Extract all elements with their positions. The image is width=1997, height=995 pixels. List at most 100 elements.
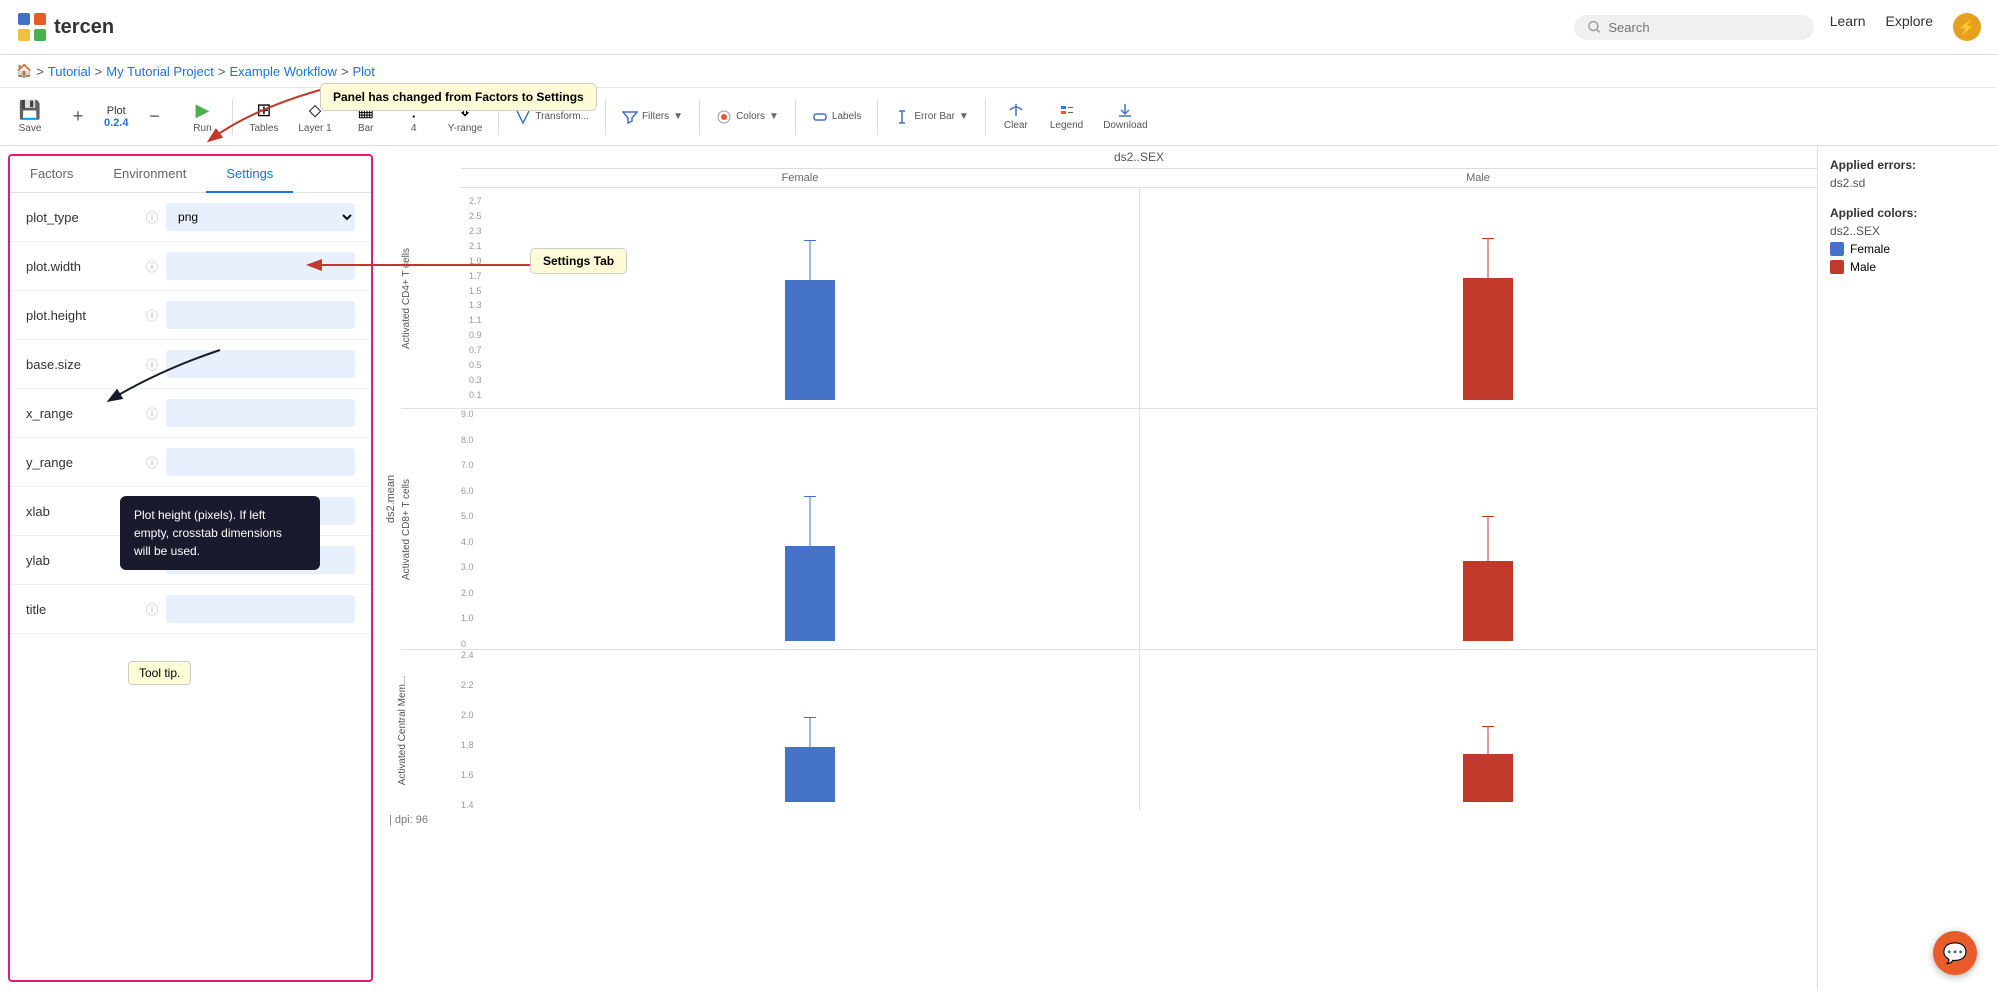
title-input[interactable] xyxy=(166,595,355,623)
run-label: Run xyxy=(193,123,211,134)
breadcrumb-tutorial[interactable]: Tutorial xyxy=(48,64,91,79)
user-avatar[interactable]: ⚡ xyxy=(1953,13,1981,41)
learn-link[interactable]: Learn xyxy=(1830,13,1866,41)
run-button[interactable]: ▶ Run xyxy=(180,96,224,138)
error-cap-2-male xyxy=(1482,726,1494,727)
title-info[interactable]: ⓘ xyxy=(146,601,158,618)
download-label: Download xyxy=(1103,120,1147,131)
plot-width-info[interactable]: ⓘ xyxy=(146,258,158,275)
x-range-row: x_range ⓘ xyxy=(10,389,371,438)
four-label: 4 xyxy=(411,123,417,134)
panel-tabs: Factors Environment Settings xyxy=(10,156,371,193)
chart-row-2: Activated Central Mem... 2.42.22.01.81.6… xyxy=(401,650,1817,810)
plot-type-select[interactable]: png xyxy=(166,209,355,225)
breadcrumb-workflow[interactable]: Example Workflow xyxy=(230,64,337,79)
clear-button[interactable]: Clear xyxy=(994,98,1038,135)
minus-button[interactable]: − xyxy=(132,102,176,131)
chart-header-row: ds2..SEX xyxy=(461,146,1817,169)
content-area: ds2..SEX Female Male ds2.mean xyxy=(381,146,1997,990)
y-range-input[interactable] xyxy=(166,448,355,476)
female-swatch xyxy=(1830,242,1844,256)
applied-colors-title: Applied colors: xyxy=(1830,206,1985,220)
sep4 xyxy=(699,99,700,135)
run-icon: ▶ xyxy=(196,100,210,121)
yrange-button[interactable]: ⇕ Y-range xyxy=(440,96,491,138)
row-label-2: Activated Central Mem... xyxy=(397,675,408,784)
chart-row-0: Activated CD4+ T cells 2.72.52.32.11.91.… xyxy=(401,188,1817,409)
breadcrumb-home[interactable]: 🏠 xyxy=(16,63,32,79)
x-range-label: x_range xyxy=(26,406,136,421)
error-bar-button[interactable]: Error Bar ▼ xyxy=(886,105,976,129)
plot-type-label: plot_type xyxy=(26,210,136,225)
x-range-input[interactable] xyxy=(166,399,355,427)
app-logo[interactable]: tercen xyxy=(16,11,114,43)
male-legend-label: Male xyxy=(1850,260,1876,274)
chart-scroll[interactable]: ds2..SEX Female Male ds2.mean xyxy=(381,146,1817,990)
col-labels: Female Male xyxy=(461,169,1817,188)
tab-environment[interactable]: Environment xyxy=(93,156,206,193)
legend-button[interactable]: Legend xyxy=(1042,98,1091,135)
bar-label: Bar xyxy=(358,123,374,134)
four-button[interactable]: ⋮ 4 xyxy=(392,96,436,138)
bar-icon: ▦ xyxy=(357,100,374,121)
add-button[interactable]: + xyxy=(56,102,100,131)
base-size-info[interactable]: ⓘ xyxy=(146,356,158,373)
plot-width-input[interactable] xyxy=(166,252,355,280)
error-line-0-female xyxy=(809,240,810,280)
bar-1-male xyxy=(1463,561,1513,641)
applied-errors-title: Applied errors: xyxy=(1830,158,1985,172)
plot-width-row: plot.width ⓘ xyxy=(10,242,371,291)
applied-colors-var: ds2..SEX xyxy=(1830,224,1985,238)
x-range-info[interactable]: ⓘ xyxy=(146,405,158,422)
plot-height-input[interactable] xyxy=(166,301,355,329)
row-label-0-wrap: Activated CD4+ T cells xyxy=(401,188,461,408)
filters-button[interactable]: Filters ▼ xyxy=(614,105,691,129)
female-col-label: Female xyxy=(461,169,1139,187)
tables-button[interactable]: ⊞ Tables xyxy=(241,96,286,138)
error-line-2-female xyxy=(809,717,810,747)
y-range-info[interactable]: ⓘ xyxy=(146,454,158,471)
save-button[interactable]: 💾 Save xyxy=(8,96,52,138)
female-legend-label: Female xyxy=(1850,242,1890,256)
chat-bubble[interactable]: 💬 xyxy=(1933,931,1977,975)
tab-settings[interactable]: Settings xyxy=(206,156,293,193)
transform-icon xyxy=(515,109,531,125)
tables-icon: ⊞ xyxy=(256,100,271,121)
layer1-button[interactable]: ⬦ Layer 1 xyxy=(290,96,339,138)
app-name: tercen xyxy=(54,16,114,39)
breadcrumb-project[interactable]: My Tutorial Project xyxy=(106,64,214,79)
main-layout: Factors Environment Settings plot_type ⓘ… xyxy=(0,146,1997,990)
error-line-1-female xyxy=(809,496,810,546)
transform-button[interactable]: Transform... xyxy=(507,105,597,129)
col-header: ds2..SEX xyxy=(461,146,1817,169)
chart-rows: Activated CD4+ T cells 2.72.52.32.11.91.… xyxy=(401,188,1817,810)
explore-link[interactable]: Explore xyxy=(1886,13,1933,41)
male-swatch xyxy=(1830,260,1844,274)
plot-height-label: plot.height xyxy=(26,308,136,323)
colors-button[interactable]: Colors ▼ xyxy=(708,105,787,129)
save-label: Save xyxy=(19,123,42,134)
sep1 xyxy=(232,99,233,135)
legend-panel: Applied errors: ds2.sd Applied colors: d… xyxy=(1817,146,1997,990)
plot-type-info[interactable]: ⓘ xyxy=(146,209,158,226)
search-input[interactable] xyxy=(1608,20,1799,35)
error-cap-top-0-female xyxy=(804,240,816,241)
error-cap-top-0-male xyxy=(1482,238,1494,239)
chart-row-1: Activated CD8+ T cells 9.08.07.06.05.04.… xyxy=(401,409,1817,650)
download-button[interactable]: Download xyxy=(1095,98,1155,135)
colors-label: Colors xyxy=(736,111,765,122)
labels-button[interactable]: Labels xyxy=(804,105,869,129)
bar-button[interactable]: ▦ Bar xyxy=(344,96,388,138)
tooltip-box: Plot height (pixels). If left empty, cro… xyxy=(120,496,320,570)
bar-0-male xyxy=(1463,278,1513,400)
plot-type-select-wrap: png xyxy=(166,203,355,231)
breadcrumb-sep1: > xyxy=(36,64,44,79)
base-size-input[interactable] xyxy=(166,350,355,378)
tab-factors[interactable]: Factors xyxy=(10,156,93,193)
plot-height-info[interactable]: ⓘ xyxy=(146,307,158,324)
legend-label: Legend xyxy=(1050,120,1083,131)
clear-icon xyxy=(1008,102,1024,118)
y-range-row: y_range ⓘ xyxy=(10,438,371,487)
nav-links: Learn Explore ⚡ xyxy=(1830,13,1981,41)
bar-1-female xyxy=(785,546,835,641)
